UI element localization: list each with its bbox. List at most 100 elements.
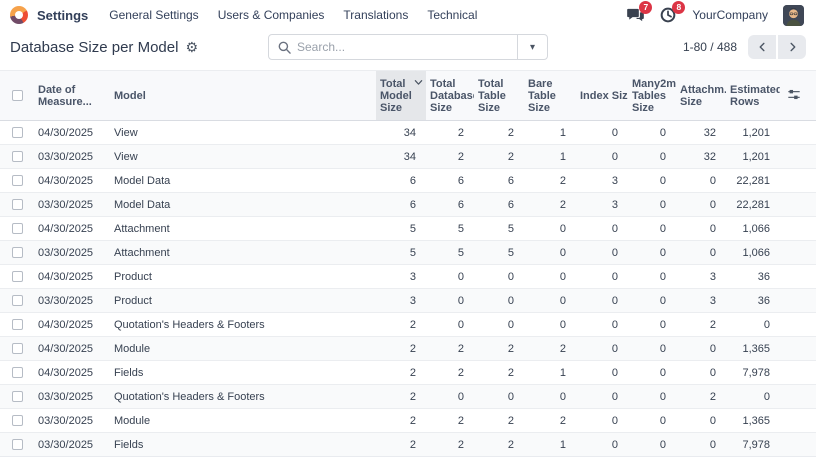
cell-total_table_size: 2 xyxy=(474,121,524,145)
cell-date_of_measure: 04/30/2025 xyxy=(34,337,110,361)
adjust-columns-button[interactable] xyxy=(787,88,811,104)
company-switcher[interactable]: YourCompany xyxy=(692,8,768,22)
select-all-checkbox[interactable] xyxy=(12,90,23,101)
nav-item-translations[interactable]: Translations xyxy=(343,8,408,22)
column-header-total_database_size[interactable]: Total Database Size xyxy=(426,71,474,121)
cell-many2many_tables_size: 0 xyxy=(628,361,676,385)
search-input[interactable] xyxy=(297,40,517,54)
column-header-attachment_size[interactable]: Attachm... Size xyxy=(676,71,726,121)
row-select-cell xyxy=(0,409,34,433)
database-size-table: Date of Measure...ModelTotal Model SizeT… xyxy=(0,70,816,457)
gear-icon[interactable]: ⚙ xyxy=(185,40,198,54)
column-header-index_size[interactable]: Index Size xyxy=(576,71,628,121)
row-checkbox[interactable] xyxy=(12,271,23,282)
cell-estimated_rows: 7,978 xyxy=(726,433,780,457)
cell-total_model_size: 3 xyxy=(376,265,426,289)
cell-attachment_size: 32 xyxy=(676,121,726,145)
cell-attachment_size: 3 xyxy=(676,265,726,289)
table-row[interactable]: 04/30/2025Model Data666230022,281 xyxy=(0,169,816,193)
row-checkbox[interactable] xyxy=(12,175,23,186)
row-checkbox[interactable] xyxy=(12,415,23,426)
cell-attachment_size: 0 xyxy=(676,241,726,265)
cell-date_of_measure: 04/30/2025 xyxy=(34,169,110,193)
table-row[interactable]: 03/30/2025Product300000336 xyxy=(0,289,816,313)
row-select-cell xyxy=(0,265,34,289)
column-header-estimated_rows[interactable]: Estimated Rows xyxy=(726,71,780,121)
cell-total_database_size: 6 xyxy=(426,169,474,193)
cell-total_database_size: 6 xyxy=(426,193,474,217)
table-row[interactable]: 03/30/2025View3422100321,201 xyxy=(0,145,816,169)
cell-many2many_tables_size: 0 xyxy=(628,217,676,241)
row-checkbox[interactable] xyxy=(12,367,23,378)
row-spacer-cell xyxy=(780,409,816,433)
table-row[interactable]: 04/30/2025Fields22210007,978 xyxy=(0,361,816,385)
cell-estimated_rows: 7,978 xyxy=(726,361,780,385)
cell-total_database_size: 2 xyxy=(426,361,474,385)
table-row[interactable]: 04/30/2025Module22220001,365 xyxy=(0,337,816,361)
column-header-bare_table_size[interactable]: Bare Table Size xyxy=(524,71,576,121)
cell-date_of_measure: 04/30/2025 xyxy=(34,361,110,385)
row-spacer-cell xyxy=(780,385,816,409)
cell-estimated_rows: 0 xyxy=(726,385,780,409)
app-name-menu[interactable]: Settings xyxy=(37,8,88,23)
table-row[interactable]: 03/30/2025Attachment55500001,066 xyxy=(0,241,816,265)
cell-index_size: 0 xyxy=(576,265,628,289)
cell-date_of_measure: 04/30/2025 xyxy=(34,265,110,289)
cell-attachment_size: 3 xyxy=(676,289,726,313)
cell-index_size: 0 xyxy=(576,385,628,409)
avatar-image xyxy=(783,5,804,26)
row-checkbox[interactable] xyxy=(12,319,23,330)
pager-next-button[interactable] xyxy=(778,35,806,59)
cell-model: Module xyxy=(110,337,376,361)
table-row[interactable]: 04/30/2025Attachment55500001,066 xyxy=(0,217,816,241)
column-header-model[interactable]: Model xyxy=(110,71,376,121)
column-header-total_model_size[interactable]: Total Model Size xyxy=(376,71,426,121)
user-avatar[interactable] xyxy=(783,5,804,26)
cell-total_table_size: 6 xyxy=(474,169,524,193)
row-checkbox[interactable] xyxy=(12,439,23,450)
row-checkbox[interactable] xyxy=(12,247,23,258)
cell-total_database_size: 0 xyxy=(426,265,474,289)
cell-many2many_tables_size: 0 xyxy=(628,121,676,145)
column-header-total_table_size[interactable]: Total Table Size xyxy=(474,71,524,121)
odoo-settings-logo-icon[interactable] xyxy=(10,6,28,24)
cell-bare_table_size: 1 xyxy=(524,361,576,385)
table-row[interactable]: 03/30/2025Quotation's Headers & Footers2… xyxy=(0,385,816,409)
nav-item-users-companies[interactable]: Users & Companies xyxy=(218,8,325,22)
select-all-header xyxy=(0,71,34,121)
cell-date_of_measure: 04/30/2025 xyxy=(34,313,110,337)
table-row[interactable]: 03/30/2025Module22220001,365 xyxy=(0,409,816,433)
row-checkbox[interactable] xyxy=(12,223,23,234)
row-select-cell xyxy=(0,121,34,145)
adjust-columns-header xyxy=(780,71,816,121)
cell-date_of_measure: 04/30/2025 xyxy=(34,217,110,241)
row-checkbox[interactable] xyxy=(12,295,23,306)
table-row[interactable]: 04/30/2025View3422100321,201 xyxy=(0,121,816,145)
cell-date_of_measure: 03/30/2025 xyxy=(34,241,110,265)
cell-estimated_rows: 0 xyxy=(726,313,780,337)
row-checkbox[interactable] xyxy=(12,343,23,354)
messages-button[interactable]: 7 xyxy=(626,6,644,24)
nav-item-general-settings[interactable]: General Settings xyxy=(109,8,198,22)
row-spacer-cell xyxy=(780,145,816,169)
table-row[interactable]: 04/30/2025Product300000336 xyxy=(0,265,816,289)
cell-total_database_size: 5 xyxy=(426,241,474,265)
nav-item-technical[interactable]: Technical xyxy=(427,8,477,22)
column-header-many2many_tables_size[interactable]: Many2m... Tables Size xyxy=(628,71,676,121)
table-body: 04/30/2025View3422100321,201 03/30/2025V… xyxy=(0,121,816,457)
activities-button[interactable]: 8 xyxy=(659,6,677,24)
row-checkbox[interactable] xyxy=(12,127,23,138)
search-dropdown-toggle[interactable]: ▾ xyxy=(517,35,547,59)
table-row[interactable]: 04/30/2025Quotation's Headers & Footers2… xyxy=(0,313,816,337)
row-checkbox[interactable] xyxy=(12,199,23,210)
cell-many2many_tables_size: 0 xyxy=(628,241,676,265)
cell-attachment_size: 2 xyxy=(676,313,726,337)
table-row[interactable]: 03/30/2025Model Data666230022,281 xyxy=(0,193,816,217)
row-checkbox[interactable] xyxy=(12,151,23,162)
row-checkbox[interactable] xyxy=(12,391,23,402)
top-navbar: Settings General Settings Users & Compan… xyxy=(0,0,816,30)
pager-previous-button[interactable] xyxy=(748,35,776,59)
column-header-date_of_measure[interactable]: Date of Measure... xyxy=(34,71,110,121)
table-row[interactable]: 03/30/2025Fields22210007,978 xyxy=(0,433,816,457)
page-title: Database Size per Model xyxy=(10,39,178,56)
